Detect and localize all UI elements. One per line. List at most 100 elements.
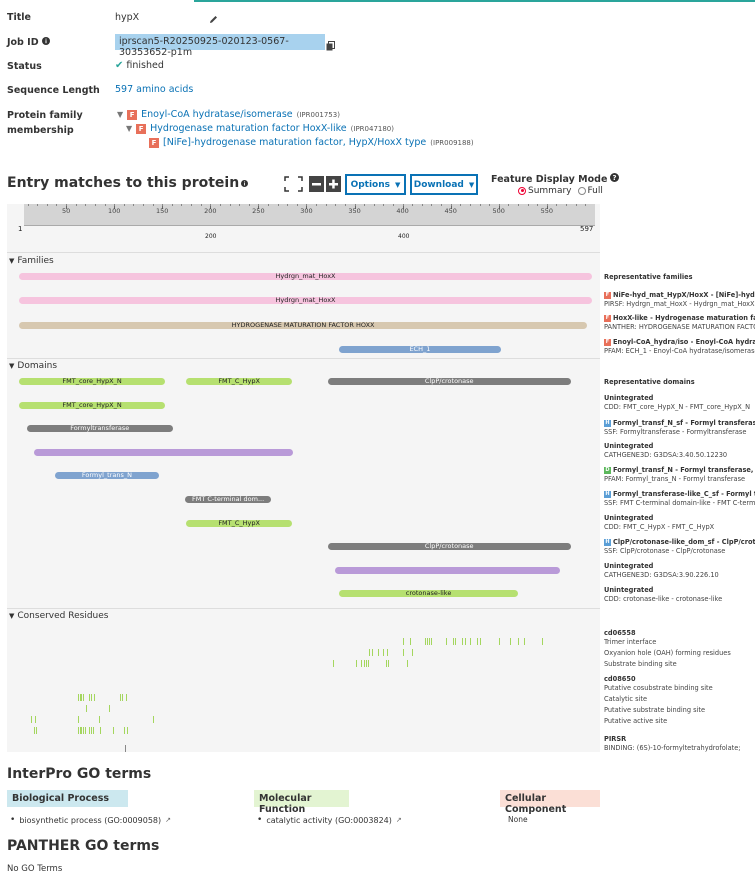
conserved-residue-mark[interactable] <box>109 705 111 712</box>
family-item[interactable]: ▼ F Enoyl-CoA hydratase/isomerase (IPR00… <box>117 109 340 120</box>
conserved-residue-mark[interactable] <box>426 638 428 645</box>
fullscreen-icon[interactable] <box>284 176 303 192</box>
conserved-residue-mark[interactable] <box>113 727 115 734</box>
conserved-residue-mark[interactable] <box>377 649 379 656</box>
tree-toggle-icon[interactable]: ▼ <box>126 124 132 133</box>
sidebar-entry-title[interactable]: D Formyl_transf_N - Formyl transferase, N <box>604 466 755 474</box>
conserved-residue-mark[interactable] <box>89 727 91 734</box>
domain-track-bar[interactable]: crotonase-like <box>339 590 518 598</box>
external-link-icon[interactable]: ↗ <box>396 816 402 824</box>
family-name[interactable]: Enoyl-CoA hydratase/isomerase <box>141 109 292 120</box>
domain-track-bar[interactable]: FMT_C_HypX <box>186 378 293 385</box>
domains-section-toggle[interactable]: ▼ Domains <box>9 361 57 371</box>
conserved-residue-mark[interactable] <box>388 660 390 667</box>
domain-track-bar[interactable] <box>335 566 561 574</box>
zoom-in-button[interactable] <box>326 176 341 192</box>
sidebar-entry-title[interactable]: Unintegrated <box>604 394 755 402</box>
conserved-residue-mark[interactable] <box>462 638 464 645</box>
families-section-toggle[interactable]: ▼ Families <box>9 256 54 266</box>
options-button[interactable]: Options ▼ <box>345 174 406 195</box>
conserved-residue-mark[interactable] <box>98 716 100 723</box>
sidebar-residue-group[interactable]: cd08650 <box>604 675 755 683</box>
radio-unselected-icon[interactable] <box>577 186 586 195</box>
edit-pencil-icon[interactable] <box>208 10 219 23</box>
conserved-residue-mark[interactable] <box>476 638 478 645</box>
conserved-residue-mark[interactable] <box>383 649 385 656</box>
full-radio[interactable]: Full <box>577 186 603 196</box>
family-track-bar[interactable]: HYDROGENASE MATURATION FACTOR HOXX <box>19 322 588 329</box>
conserved-residue-mark[interactable] <box>510 638 512 645</box>
conserved-residue-mark[interactable] <box>81 727 83 734</box>
conserved-residue-mark[interactable] <box>452 638 454 645</box>
summary-radio[interactable]: Summary <box>518 186 572 196</box>
conserved-residue-mark[interactable] <box>126 727 128 734</box>
conserved-residue-mark[interactable] <box>77 716 79 723</box>
conserved-residue-mark[interactable] <box>30 716 32 723</box>
conserved-residue-mark[interactable] <box>364 660 366 667</box>
conserved-residue-mark[interactable] <box>93 694 95 701</box>
conserved-residue-mark[interactable] <box>85 727 87 734</box>
conserved-residue-mark[interactable] <box>36 727 38 734</box>
domain-track-bar[interactable]: FMT C-terminal dom... <box>185 496 271 503</box>
conserved-residue-mark[interactable] <box>361 660 363 667</box>
protein-viewer[interactable]: 50 100 150 200 250 300 350 400 450 500 550 1 597 2… <box>7 204 600 752</box>
family-item[interactable]: F [NiFe]-hydrogenase maturation factor, … <box>149 137 474 148</box>
conserved-residue-mark[interactable] <box>91 727 93 734</box>
conserved-residue-mark[interactable] <box>152 716 154 723</box>
conserved-residue-mark[interactable] <box>431 638 433 645</box>
conserved-residue-mark[interactable] <box>77 727 79 734</box>
conserved-residue-mark[interactable] <box>89 694 91 701</box>
sidebar-entry-title[interactable]: FHoxX-like - Hydrogenase maturation fact… <box>604 314 755 322</box>
conserved-residue-mark[interactable] <box>77 694 79 701</box>
conserved-residue-mark[interactable] <box>371 649 373 656</box>
conserved-residue-mark[interactable] <box>387 649 389 656</box>
conserved-residue-mark[interactable] <box>81 694 83 701</box>
family-track-bar[interactable]: Hydrgn_mat_HoxX <box>19 273 592 280</box>
conserved-residue-mark[interactable] <box>523 638 525 645</box>
conserved-residue-mark[interactable] <box>79 727 81 734</box>
sidebar-entry-title[interactable]: H Formyl_transf_N_sf - Formyl transferase… <box>604 419 755 427</box>
collapse-triangle-icon[interactable]: ▼ <box>9 257 14 265</box>
sidebar-entry-title[interactable]: Unintegrated <box>604 514 755 522</box>
family-name[interactable]: [NiFe]-hydrogenase maturation factor, Hy… <box>163 137 426 148</box>
conserved-residue-mark[interactable] <box>455 638 457 645</box>
conserved-residue-mark[interactable] <box>402 649 404 656</box>
conserved-residue-mark[interactable] <box>91 694 93 701</box>
zoom-out-button[interactable] <box>309 176 324 192</box>
conserved-residue-mark[interactable] <box>517 638 519 645</box>
tree-toggle-icon[interactable]: ▼ <box>117 110 123 119</box>
family-track-bar[interactable]: Hydrgn_mat_HoxX <box>19 297 592 304</box>
help-icon[interactable]: ? <box>610 173 620 185</box>
sidebar-entry-title[interactable]: H Formyl_transferase-like_C_sf - Formyl t… <box>604 490 755 498</box>
collapse-triangle-icon[interactable]: ▼ <box>9 612 14 620</box>
sidebar-entry-title[interactable]: Unintegrated <box>604 586 755 594</box>
family-track-bar[interactable]: ECH_1 <box>339 346 501 353</box>
conserved-residue-mark[interactable] <box>93 727 95 734</box>
conserved-residue-mark[interactable] <box>498 638 500 645</box>
domain-track-bar[interactable]: ClpP/crotonase <box>327 378 571 385</box>
external-link-icon[interactable]: ↗ <box>165 816 171 824</box>
seqlen-link[interactable]: 597 amino acids <box>115 84 193 95</box>
domain-track-bar[interactable]: Formyl_trans_N <box>54 472 160 480</box>
conserved-residue-mark[interactable] <box>356 660 358 667</box>
conserved-residue-mark[interactable] <box>83 727 85 734</box>
sidebar-entry-title[interactable]: F Enoyl-CoA_hydra/iso - Enoyl-CoA hydrata… <box>604 338 755 346</box>
sidebar-residue-group[interactable]: PIRSR <box>604 735 755 743</box>
conserved-residue-mark[interactable] <box>445 638 447 645</box>
copy-icon[interactable] <box>326 36 335 51</box>
go-term-link[interactable]: catalytic activity (GO:0003824) <box>266 816 392 825</box>
conserved-residue-mark[interactable] <box>79 694 81 701</box>
conserved-residue-mark[interactable] <box>83 694 85 701</box>
conserved-residue-mark[interactable] <box>366 660 368 667</box>
residues-section-toggle[interactable]: ▼ Conserved Residues <box>9 611 108 621</box>
conserved-residue-mark[interactable] <box>542 638 543 645</box>
conserved-residue-mark[interactable] <box>386 660 388 667</box>
family-item[interactable]: ▼ F Hydrogenase maturation factor HoxX-l… <box>126 123 394 134</box>
conserved-residue-mark[interactable] <box>367 660 369 667</box>
conserved-residue-mark[interactable] <box>119 694 121 701</box>
conserved-residue-mark[interactable] <box>428 638 430 645</box>
conserved-residue-mark[interactable] <box>121 694 123 701</box>
sidebar-entry-title[interactable]: Unintegrated <box>604 562 755 570</box>
conserved-residue-mark[interactable] <box>402 638 404 645</box>
domain-track-bar[interactable] <box>34 448 293 456</box>
